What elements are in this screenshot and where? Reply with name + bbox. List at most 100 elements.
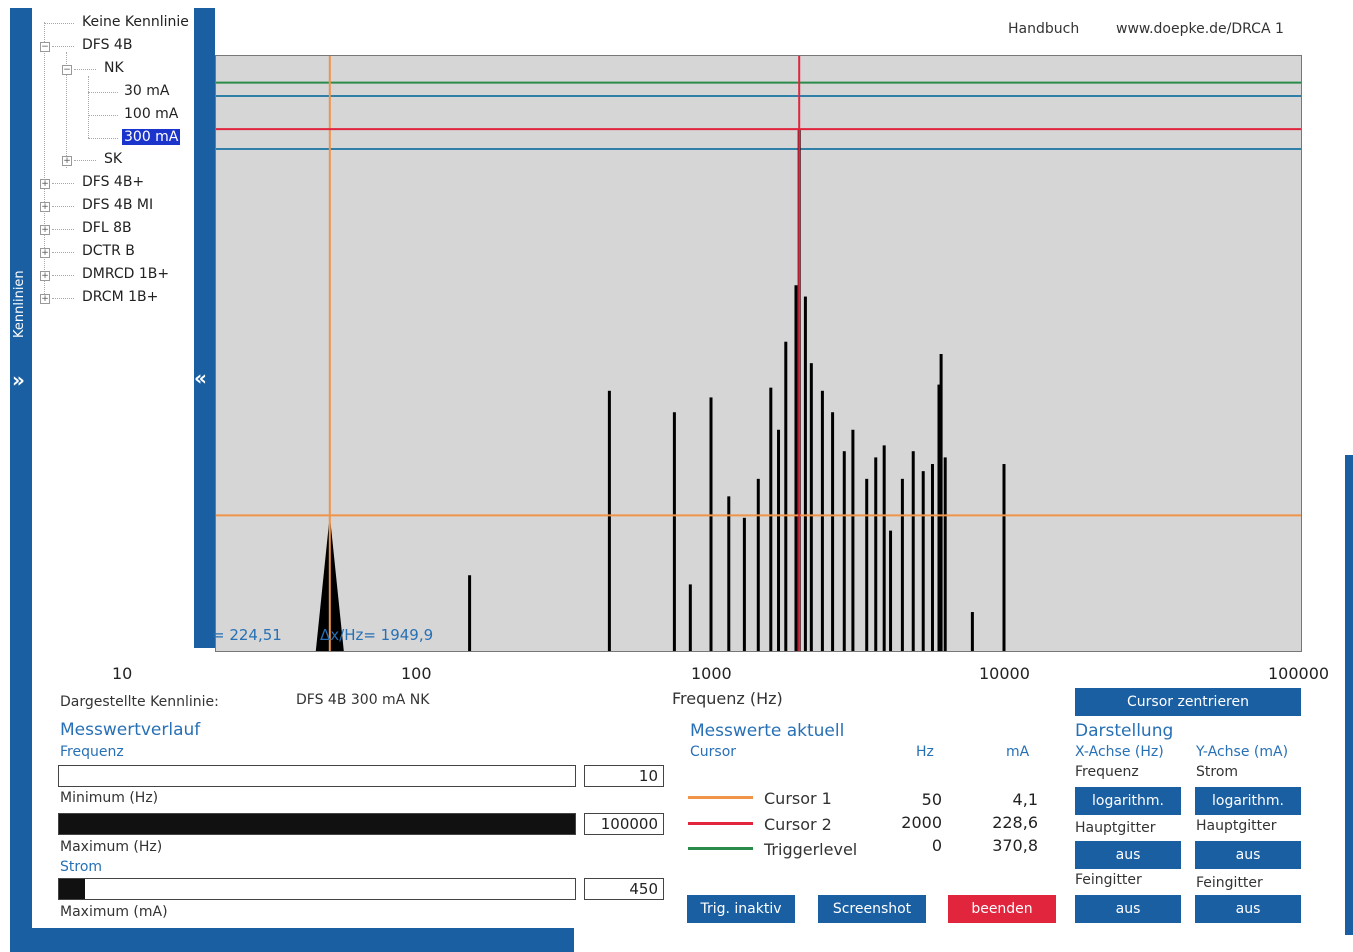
expand-toggle-icon[interactable]: +: [40, 248, 50, 258]
collapse-toggle-icon[interactable]: −: [40, 42, 50, 52]
spectrum-peak: [709, 397, 713, 651]
x-main-grid-button[interactable]: aus: [1075, 841, 1181, 869]
cursor1-legend-line: [688, 796, 753, 799]
x-tick-label: 1000: [691, 664, 732, 683]
spectrum-peak: [970, 612, 974, 651]
measure-col-ma: mA: [1006, 744, 1030, 760]
y-fine-grid-button[interactable]: aus: [1195, 895, 1301, 923]
kennlinien-tree: Keine Kennlinie − DFS 4B − NK 30 mA 100 …: [32, 8, 194, 328]
spectrum-peak: [769, 387, 773, 651]
cursor2-label: Cursor 2: [764, 815, 832, 834]
measure-col-hz: Hz: [916, 744, 934, 760]
manual-link[interactable]: Handbuch: [1008, 21, 1079, 37]
freq-min-slider[interactable]: [58, 765, 576, 787]
quit-button[interactable]: beenden: [948, 895, 1056, 923]
cursor2-legend-line: [688, 822, 753, 825]
x-tick-label: 100: [401, 664, 432, 683]
expand-toggle-icon[interactable]: +: [40, 225, 50, 235]
tree-item-300ma[interactable]: 300 mA: [122, 129, 181, 145]
tree-item-drcm-1b-plus[interactable]: DRCM 1B+: [82, 289, 158, 305]
history-title: Messwertverlauf: [60, 720, 201, 740]
spectrum-peak: [468, 575, 472, 651]
spectrum-peak: [688, 584, 692, 651]
spectrum-peak: [930, 464, 934, 651]
spectrum-svg: [216, 56, 1301, 651]
expand-toggle-icon[interactable]: +: [40, 179, 50, 189]
spectrum-peak: [727, 496, 731, 651]
x-axis-label: Frequenz (Hz): [672, 689, 783, 708]
expand-toggle-icon[interactable]: +: [40, 271, 50, 281]
tree-item-dfs-4b-plus[interactable]: DFS 4B+: [82, 174, 144, 190]
kennlinien-sidebar-tab[interactable]: Kennlinien »: [10, 8, 32, 952]
freq-min-label: Minimum (Hz): [60, 790, 159, 806]
tree-item-dmrcd-1b-plus[interactable]: DMRCD 1B+: [82, 266, 169, 282]
tree-item-keine-kennlinie[interactable]: Keine Kennlinie: [82, 14, 189, 30]
tree-item-nk[interactable]: NK: [104, 60, 124, 76]
sidebar-title: Kennlinien: [12, 270, 27, 338]
spectrum-plot[interactable]: = 224,51 Δx/Hz= 1949,9: [212, 55, 1302, 652]
spectrum-peak: [865, 478, 869, 651]
y-scale-button[interactable]: logarithm.: [1195, 787, 1301, 815]
measure-title: Messwerte aktuell: [690, 721, 845, 741]
spectrum-peak: [889, 530, 893, 651]
tree-item-sk[interactable]: SK: [104, 151, 122, 167]
delta-x-readout: Δx/Hz= 1949,9: [320, 626, 434, 644]
x-tick-label: 10: [112, 664, 133, 683]
x-axis-subtitle: Frequenz: [1075, 764, 1139, 780]
spectrum-peak: [851, 429, 855, 651]
tree-item-dfl-8b[interactable]: DFL 8B: [82, 220, 132, 236]
spectrum-peak: [809, 363, 813, 651]
shown-curve-label: Dargestellte Kennlinie:: [60, 694, 219, 710]
y-fine-grid-label: Feingitter: [1196, 875, 1263, 891]
collapse-tree-icon[interactable]: «: [194, 366, 207, 390]
freq-min-input[interactable]: 10: [584, 765, 664, 787]
spectrum-peak: [874, 457, 878, 651]
spectrum-peak: [939, 354, 943, 651]
spectrum-peak: [803, 296, 807, 651]
x-scale-button[interactable]: logarithm.: [1075, 787, 1181, 815]
website-link[interactable]: www.doepke.de/DRCA 1: [1116, 21, 1284, 37]
current-max-label: Maximum (mA): [60, 904, 168, 920]
spectrum-peak: [777, 429, 781, 651]
right-frame-bar: [1345, 455, 1353, 935]
spectrum-peak: [784, 341, 788, 651]
spectrum-peak: [672, 412, 676, 651]
tree-collapse-bar[interactable]: «: [194, 8, 215, 648]
triggerlevel-hz: 0: [931, 836, 942, 855]
spectrum-peak: [921, 471, 925, 651]
expand-toggle-icon[interactable]: +: [62, 156, 72, 166]
expand-toggle-icon[interactable]: +: [40, 202, 50, 212]
screenshot-button[interactable]: Screenshot: [818, 895, 926, 923]
display-title: Darstellung: [1075, 721, 1174, 741]
cursor-delta-readout: = 224,51: [212, 626, 282, 644]
tree-item-30ma[interactable]: 30 mA: [124, 83, 169, 99]
freq-max-slider[interactable]: [58, 813, 576, 835]
history-frequency-title: Frequenz: [60, 744, 124, 760]
freq-max-label: Maximum (Hz): [60, 839, 163, 855]
y-axis-settings-title: Y-Achse (mA): [1196, 744, 1289, 760]
spectrum-peak: [794, 285, 798, 651]
spectrum-peak: [820, 390, 824, 651]
slider-fill: [59, 879, 85, 899]
expand-sidebar-icon[interactable]: »: [12, 368, 25, 392]
tree-item-100ma[interactable]: 100 mA: [124, 106, 178, 122]
current-max-slider[interactable]: [58, 878, 576, 900]
tree-item-dfs-4b-mi[interactable]: DFS 4B MI: [82, 197, 153, 213]
shown-curve-value: DFS 4B 300 mA NK: [296, 692, 430, 708]
center-cursor-button[interactable]: Cursor zentrieren: [1075, 688, 1301, 716]
x-main-grid-label: Hauptgitter: [1075, 820, 1156, 836]
history-current-title: Strom: [60, 859, 103, 875]
measure-col-cursor: Cursor: [690, 744, 737, 760]
collapse-toggle-icon[interactable]: −: [62, 65, 72, 75]
trigger-toggle-button[interactable]: Trig. inaktiv: [687, 895, 795, 923]
freq-max-input[interactable]: 100000: [584, 813, 664, 835]
x-tick-label: 10000: [979, 664, 1030, 683]
current-max-input[interactable]: 450: [584, 878, 664, 900]
tree-item-dctr-b[interactable]: DCTR B: [82, 243, 135, 259]
bottom-frame-bar: [10, 928, 574, 952]
y-main-grid-button[interactable]: aus: [1195, 841, 1301, 869]
x-fine-grid-button[interactable]: aus: [1075, 895, 1181, 923]
triggerlevel-legend-line: [688, 847, 753, 850]
tree-item-dfs-4b[interactable]: DFS 4B: [82, 37, 132, 53]
expand-toggle-icon[interactable]: +: [40, 294, 50, 304]
